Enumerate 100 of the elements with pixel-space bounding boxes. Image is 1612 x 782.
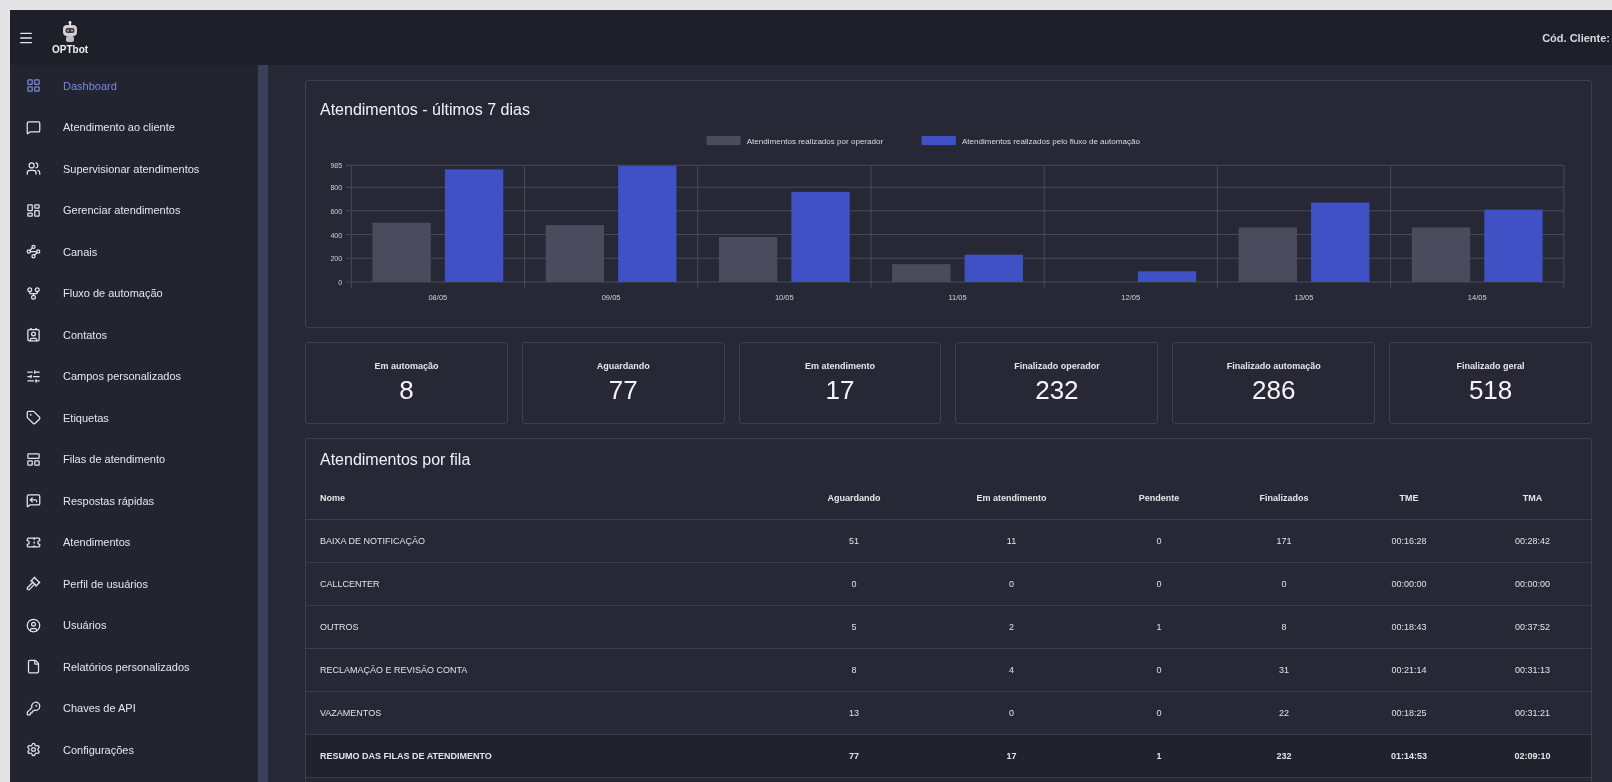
table-cell-text: 00:18:25 bbox=[1390, 708, 1428, 719]
table-cell-text: 1 bbox=[1155, 751, 1163, 762]
table-cell-text: 00:31:21 bbox=[1513, 708, 1551, 719]
sidebar-item[interactable]: Relatórios personalizados bbox=[10, 646, 258, 688]
column-header: TME bbox=[1398, 493, 1420, 504]
table-cell-text: 0 bbox=[850, 579, 858, 590]
table-cell-text: 8 bbox=[850, 665, 858, 676]
chart-bar bbox=[964, 254, 1023, 282]
table-cell-text: 8 bbox=[1280, 622, 1288, 633]
sidebar-item[interactable]: Campos personalizados bbox=[10, 355, 258, 397]
column-header: Finalizados bbox=[1258, 493, 1310, 504]
table-cell-text: 4 bbox=[1008, 665, 1015, 676]
gavel-icon bbox=[26, 576, 41, 592]
message-reply-icon bbox=[26, 493, 41, 509]
table-cell-text: 0 bbox=[1155, 708, 1163, 719]
stat-value: 286 bbox=[1252, 374, 1296, 406]
tag-icon bbox=[26, 410, 41, 426]
table-cell-text: 00:00:00 bbox=[1513, 579, 1551, 590]
stat-label: Aguardando bbox=[596, 360, 650, 371]
fork-icon bbox=[26, 285, 41, 301]
stat-value: 518 bbox=[1468, 374, 1513, 406]
stat-label: Em atendimento bbox=[805, 360, 876, 371]
table-cell-text: 02:09:10 bbox=[1513, 751, 1552, 762]
table-cell-text: 0 bbox=[1280, 579, 1288, 590]
stat-value: 232 bbox=[1035, 374, 1079, 406]
grid-icon bbox=[26, 78, 41, 94]
dashboard-icon bbox=[26, 202, 41, 218]
sidebar-item[interactable]: Filas de atendimento bbox=[10, 438, 258, 480]
column-header: Nome bbox=[319, 493, 346, 504]
sidebar-item[interactable]: Canais bbox=[10, 231, 258, 273]
sidebar-item[interactable]: Dashboard bbox=[10, 65, 258, 107]
table-cell-text: 232 bbox=[1275, 751, 1293, 762]
table-cell-text: 51 bbox=[848, 536, 860, 547]
sidebar-item[interactable]: Fluxo de automação bbox=[10, 272, 258, 314]
table-cell-text: 5 bbox=[850, 622, 858, 633]
client-code: Cód. Cliente: bbox=[1542, 31, 1610, 44]
table-cell-text: 31 bbox=[1278, 665, 1290, 676]
table-cell-text: VAZAMENTOS bbox=[319, 708, 383, 719]
stat-label: Finalizado automação bbox=[1226, 360, 1321, 371]
stat-label: Em automação bbox=[374, 360, 439, 371]
legend-label: Atendimentos realizados por operador bbox=[746, 137, 884, 147]
stat-value: 8 bbox=[399, 374, 414, 406]
sidebar-item[interactable]: Atendimentos bbox=[10, 521, 258, 563]
key-icon bbox=[26, 700, 41, 716]
file-icon bbox=[26, 659, 41, 675]
sidebar-item[interactable]: Gerenciar atendimentos bbox=[10, 189, 258, 231]
table-cell-text: 13 bbox=[848, 708, 860, 719]
user-icon bbox=[26, 617, 41, 633]
table-cell-text: OUTROS bbox=[319, 622, 360, 633]
panel-icon bbox=[26, 451, 41, 467]
table-cell-text: 00:28:42 bbox=[1513, 536, 1551, 547]
table-cell-text: 17 bbox=[1005, 751, 1018, 762]
card-title: Atendimentos - últimos 7 dias bbox=[319, 100, 531, 120]
table-cell-text: RECLAMAÇÃO E REVISÃO CONTA bbox=[319, 665, 469, 676]
settings-icon bbox=[26, 742, 41, 758]
sidebar-item[interactable]: Perfil de usuários bbox=[10, 563, 258, 605]
chart-bar bbox=[1137, 271, 1197, 282]
table-cell-text: 01:14:53 bbox=[1390, 751, 1428, 762]
table-cell-text: 0 bbox=[1155, 579, 1163, 590]
network-icon bbox=[26, 244, 41, 260]
table-cell-text: 2 bbox=[1008, 622, 1015, 633]
table-cell-text: 00:00:00 bbox=[1390, 579, 1428, 590]
stat-label: Finalizado operador bbox=[1014, 360, 1100, 371]
stat-value: 77 bbox=[608, 374, 638, 406]
table-cell-text: 11 bbox=[1005, 536, 1018, 547]
sidebar-item[interactable]: Chaves de API bbox=[10, 687, 258, 729]
table-cell-text: 22 bbox=[1278, 708, 1290, 719]
sidebar-item[interactable]: Configurações bbox=[10, 729, 258, 771]
column-header: Pendente bbox=[1137, 493, 1181, 504]
sidebar-item[interactable]: Usuários bbox=[10, 604, 258, 646]
table-cell-text: 0 bbox=[1008, 579, 1015, 590]
sidebar-item[interactable]: Respostas rápidas bbox=[10, 480, 258, 522]
ticket-icon bbox=[26, 534, 41, 550]
stat-label: Finalizado geral bbox=[1456, 360, 1525, 371]
table-cell-text: 00:21:14 bbox=[1390, 665, 1428, 676]
table-cell-text: 00:16:28 bbox=[1390, 536, 1428, 547]
legend-label: Atendimentos realizados pelo fluxo de automação bbox=[961, 137, 1140, 147]
table-cell-text: BAIXA DE NOTIFICAÇÃO bbox=[319, 536, 427, 547]
table-cell-text: CALLCENTER bbox=[319, 579, 381, 590]
table-cell-text: 0 bbox=[1008, 708, 1015, 719]
column-header: Aguardando bbox=[826, 493, 882, 504]
contact-card-icon bbox=[26, 327, 41, 343]
logo-text: OPTbot bbox=[52, 43, 89, 55]
sidebar-item[interactable]: Supervisionar atendimentos bbox=[10, 148, 258, 190]
table-cell-text: 0 bbox=[1155, 665, 1163, 676]
column-header: Em atendimento bbox=[975, 493, 1048, 504]
table-cell-text: RESUMO DAS FILAS DE ATENDIMENTO bbox=[319, 751, 493, 762]
table-cell-text: 00:18:43 bbox=[1390, 622, 1428, 633]
table-cell-text: 0 bbox=[1155, 536, 1163, 547]
table-cell-text: 77 bbox=[848, 751, 860, 762]
sidebar-item[interactable]: Etiquetas bbox=[10, 397, 258, 439]
table-cell-text: 00:37:52 bbox=[1513, 622, 1551, 633]
table-cell-text: 00:31:13 bbox=[1513, 665, 1551, 676]
sliders-icon bbox=[26, 368, 41, 384]
sidebar-item[interactable]: Contatos bbox=[10, 314, 258, 356]
column-header: TMA bbox=[1521, 493, 1544, 504]
table-cell-text: 171 bbox=[1275, 536, 1293, 547]
table-title: Atendimentos por fila bbox=[319, 450, 472, 471]
sidebar-item[interactable]: Atendimento ao cliente bbox=[10, 106, 258, 148]
stat-value: 17 bbox=[825, 374, 855, 406]
